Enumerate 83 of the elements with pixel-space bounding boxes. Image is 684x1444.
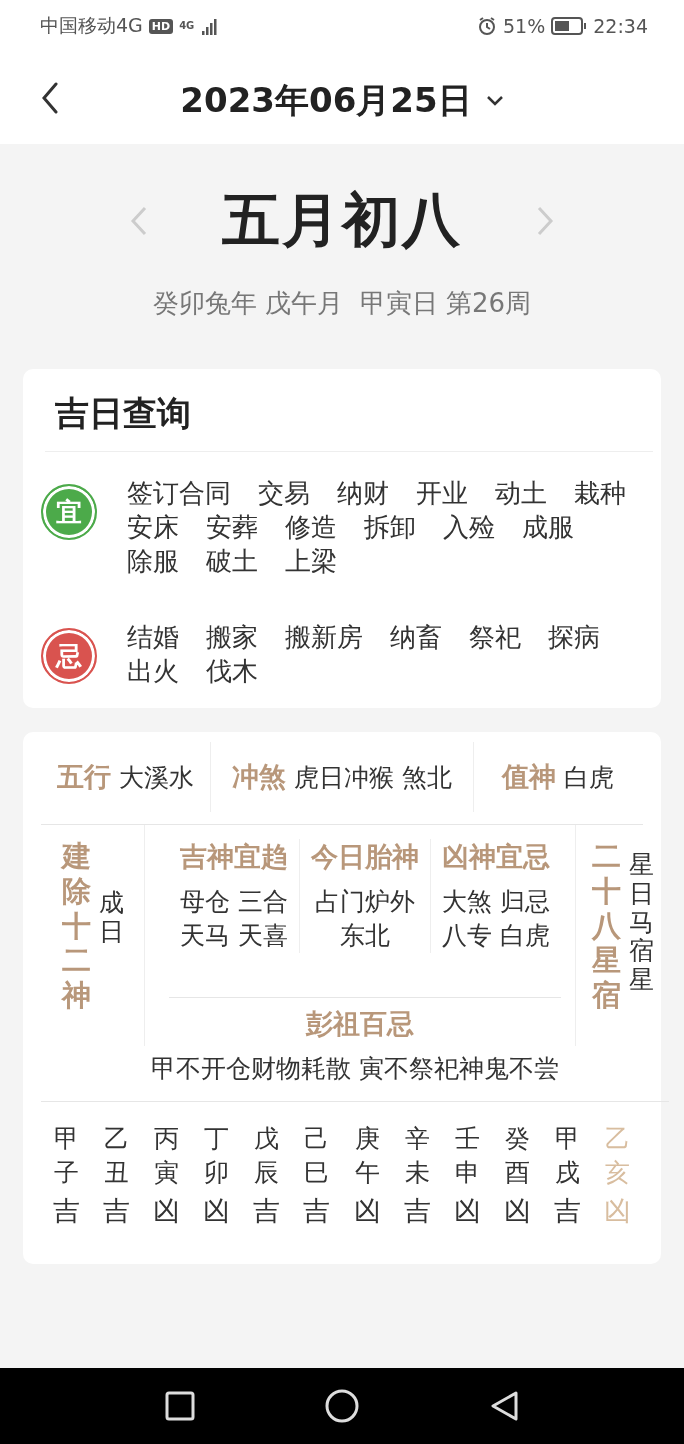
detail-label: 吉神宜趋 [180,840,288,874]
detail-value: 成日 [98,889,124,948]
activity-item: 开业 [416,477,468,510]
detail-value: 大煞 [442,886,492,918]
detail-value: 天喜 [238,920,288,952]
hour-item[interactable]: 庚 午 凶 [342,1122,393,1228]
hd-badge: HD [148,18,174,34]
activity-item: 伐木 [206,655,258,688]
ganzhi-text: 癸卯兔年 戊午月 甲寅日 第26周 [152,287,532,320]
detail-label: 冲煞 [232,760,286,794]
hour-item[interactable]: 乙 丑 吉 [91,1122,142,1228]
activity-item: 搬新房 [285,621,363,654]
detail-value: 虎日冲猴 煞北 [294,761,452,794]
suitable-badge: 宜 [41,484,97,540]
activity-item: 祭祀 [469,621,521,654]
back-icon [40,82,60,114]
caret-icon [485,95,504,107]
alarm-icon [477,16,497,36]
detail-value: 占门炉外 [315,886,415,918]
detail-value: 东北 [340,920,390,952]
activity-item: 搬家 [206,621,258,654]
detail-value: 星日马宿星 [628,851,654,996]
lunar-date: 五月初八 [222,185,462,256]
activity-item: 破土 [206,545,258,578]
detail-value: 归忌 [500,886,550,918]
circle-icon [325,1389,359,1423]
activity-item: 交易 [258,477,310,510]
detail-value: 母仓 [180,886,230,918]
detail-label: 五行 [57,760,111,794]
activity-item: 出火 [127,655,179,688]
activity-item: 结婚 [127,621,179,654]
hour-item[interactable]: 甲 子 吉 [41,1122,92,1228]
hour-item[interactable]: 丁 卯 凶 [191,1122,242,1228]
detail-value: 三合 [238,886,288,918]
detail-label: 凶神宜忌 [442,840,550,874]
detail-label: 值神 [502,760,557,794]
detail-label: 建除十二神 [61,839,91,1015]
hour-item[interactable]: 己 巳 吉 [291,1122,342,1228]
card-title: 吉日查询 [45,369,653,452]
square-icon [165,1391,195,1421]
activity-item: 纳财 [337,477,389,510]
activity-item: 安葬 [206,511,258,544]
activity-item: 上梁 [285,545,337,578]
signal-icon [200,17,219,35]
carrier-text: 中国移动4G [40,13,143,38]
activity-item: 签订合同 [127,477,231,510]
detail-label: 彭祖百忌 [304,1007,415,1041]
battery-icon [551,17,588,35]
hour-item[interactable]: 壬 申 凶 [442,1122,493,1228]
back-nav-button[interactable] [489,1390,519,1422]
avoid-badge: 忌 [41,628,97,684]
triangle-icon [489,1390,519,1422]
overview-button[interactable] [165,1391,195,1421]
hour-item[interactable]: 癸 酉 凶 [492,1122,543,1228]
detail-value: 白虎 [564,761,615,794]
detail-value: 甲不开仓财物耗散 寅不祭祀神鬼不尝 [41,1046,669,1102]
activity-item: 成服 [522,511,574,544]
detail-value: 天马 [180,920,230,952]
activity-item: 入殓 [443,511,495,544]
date-picker-button[interactable]: 2023年06月25日 [180,78,504,124]
hour-item[interactable]: 甲 戌 吉 [542,1122,593,1228]
chevron-left-icon [130,206,148,236]
detail-value: 大溪水 [119,761,194,794]
activity-item: 动土 [495,477,547,510]
network-type: 4G [179,21,195,31]
home-button[interactable] [325,1389,359,1423]
activity-item: 栽种 [574,477,626,510]
chevron-right-icon [536,206,554,236]
hour-item[interactable]: 戊 辰 吉 [241,1122,292,1228]
activity-item: 安床 [127,511,179,544]
hour-item[interactable]: 丙 寅 凶 [141,1122,192,1228]
detail-value: 八专 [442,920,492,952]
battery-percent: 51% [503,15,546,37]
hour-item[interactable]: 辛 未 吉 [392,1122,443,1228]
detail-value: 白虎 [500,920,550,952]
activity-item: 除服 [127,545,179,578]
clock-time: 22:34 [593,15,648,37]
activity-item: 拆卸 [364,511,416,544]
activity-item: 探病 [548,621,600,654]
detail-label: 二十八星宿 [591,839,621,1015]
activity-item: 修造 [285,511,337,544]
activity-item: 纳畜 [390,621,442,654]
detail-label: 今日胎神 [311,840,419,874]
